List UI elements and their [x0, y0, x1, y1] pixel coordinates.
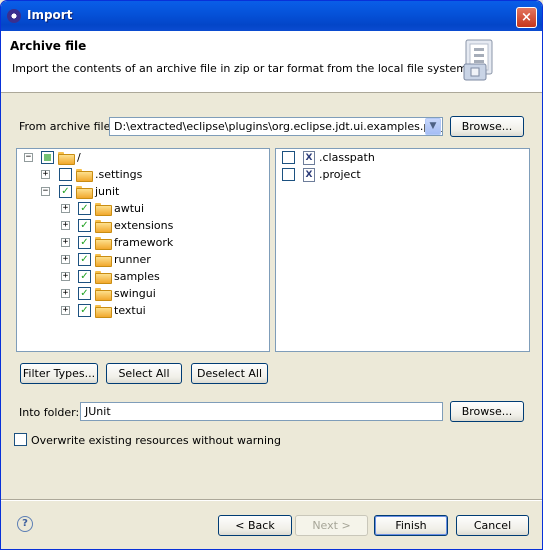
cancel-button[interactable]: Cancel: [456, 515, 529, 536]
tree-item-child[interactable]: + ✓ swingui: [17, 285, 269, 302]
folder-icon: [95, 254, 112, 267]
tree-item-child[interactable]: + ✓ framework: [17, 234, 269, 251]
tree-item-label: runner: [114, 253, 151, 266]
collapse-icon[interactable]: −: [24, 153, 33, 162]
folder-browse-button[interactable]: Browse...: [450, 401, 524, 422]
tree-item-junit[interactable]: − ✓ junit: [17, 183, 269, 200]
expand-icon[interactable]: +: [61, 238, 70, 247]
child-checkbox[interactable]: ✓: [78, 219, 91, 232]
help-icon[interactable]: ?: [17, 516, 33, 532]
list-item[interactable]: X .project: [276, 166, 529, 183]
finish-button[interactable]: Finish: [374, 515, 448, 536]
title-bar: Import ×: [1, 1, 542, 31]
file-label: .classpath: [319, 151, 375, 164]
file-label: .project: [319, 168, 361, 181]
folder-icon: [95, 288, 112, 301]
tree-item-child[interactable]: + ✓ extensions: [17, 217, 269, 234]
wizard-header: Archive file Import the contents of an a…: [1, 31, 542, 93]
folder-icon: [95, 220, 112, 233]
expand-icon[interactable]: +: [61, 289, 70, 298]
select-all-button[interactable]: Select All: [106, 363, 182, 384]
child-checkbox[interactable]: ✓: [78, 270, 91, 283]
tree-item-label: awtui: [114, 202, 145, 215]
folder-open-icon: [58, 152, 75, 165]
into-folder-field[interactable]: JUnit: [80, 402, 443, 421]
root-checkbox[interactable]: [41, 151, 54, 164]
child-checkbox[interactable]: ✓: [78, 304, 91, 317]
overwrite-label[interactable]: Overwrite existing resources without war…: [31, 434, 281, 447]
tree-item-root[interactable]: − /: [17, 149, 269, 166]
tree-item-label: .settings: [95, 168, 143, 181]
footer-divider: [1, 500, 542, 501]
import-archive-icon: [463, 39, 493, 81]
chevron-down-icon[interactable]: ▼: [425, 118, 441, 135]
folder-icon: [76, 169, 93, 182]
folder-tree[interactable]: − / + .settings − ✓ junit + ✓ awtui + ✓: [16, 148, 270, 352]
tree-item-label: extensions: [114, 219, 174, 232]
archive-file-label: From archive file:: [19, 120, 115, 133]
child-checkbox[interactable]: ✓: [78, 253, 91, 266]
tree-item-child[interactable]: + ✓ textui: [17, 302, 269, 319]
child-checkbox[interactable]: ✓: [78, 287, 91, 300]
page-title: Archive file: [10, 39, 87, 53]
child-checkbox[interactable]: ✓: [78, 236, 91, 249]
collapse-icon[interactable]: −: [41, 187, 50, 196]
archive-file-combo[interactable]: D:\extracted\eclipse\plugins\org.eclipse…: [109, 117, 443, 136]
into-folder-label: Into folder:: [19, 406, 80, 419]
window-title: Import: [27, 8, 73, 22]
folder-icon: [95, 203, 112, 216]
expand-icon[interactable]: +: [61, 221, 70, 230]
expand-icon[interactable]: +: [61, 204, 70, 213]
next-button[interactable]: Next >: [295, 515, 368, 536]
tree-item-label: /: [77, 151, 81, 164]
file-checkbox[interactable]: [282, 168, 295, 181]
expand-icon[interactable]: +: [41, 170, 50, 179]
tree-item-label: textui: [114, 304, 146, 317]
xml-file-icon: X: [303, 151, 315, 165]
child-checkbox[interactable]: ✓: [78, 202, 91, 215]
file-list[interactable]: X .classpath X .project: [275, 148, 530, 352]
back-button[interactable]: < Back: [218, 515, 292, 536]
tree-item-label: samples: [114, 270, 160, 283]
junit-checkbox[interactable]: ✓: [59, 185, 72, 198]
folder-icon: [95, 237, 112, 250]
tree-item-label: swingui: [114, 287, 156, 300]
tree-item-child[interactable]: + ✓ awtui: [17, 200, 269, 217]
expand-icon[interactable]: +: [61, 255, 70, 264]
tree-item-label: framework: [114, 236, 174, 249]
deselect-all-button[interactable]: Deselect All: [191, 363, 268, 384]
filter-types-button[interactable]: Filter Types...: [20, 363, 98, 384]
tree-item-settings[interactable]: + .settings: [17, 166, 269, 183]
xml-file-icon: X: [303, 168, 315, 182]
list-item[interactable]: X .classpath: [276, 149, 529, 166]
import-dialog: Import × Archive file Import the content…: [0, 0, 543, 550]
page-description: Import the contents of an archive file i…: [12, 62, 471, 75]
settings-checkbox[interactable]: [59, 168, 72, 181]
close-button[interactable]: ×: [516, 7, 537, 28]
folder-icon: [95, 271, 112, 284]
expand-icon[interactable]: +: [61, 306, 70, 315]
file-checkbox[interactable]: [282, 151, 295, 164]
expand-icon[interactable]: +: [61, 272, 70, 281]
eclipse-icon: [7, 9, 21, 23]
tree-item-child[interactable]: + ✓ runner: [17, 251, 269, 268]
overwrite-checkbox[interactable]: [14, 433, 27, 446]
tree-item-child[interactable]: + ✓ samples: [17, 268, 269, 285]
folder-open-icon: [76, 186, 93, 199]
folder-icon: [95, 305, 112, 318]
archive-browse-button[interactable]: Browse...: [450, 116, 524, 137]
tree-item-label: junit: [95, 185, 120, 198]
